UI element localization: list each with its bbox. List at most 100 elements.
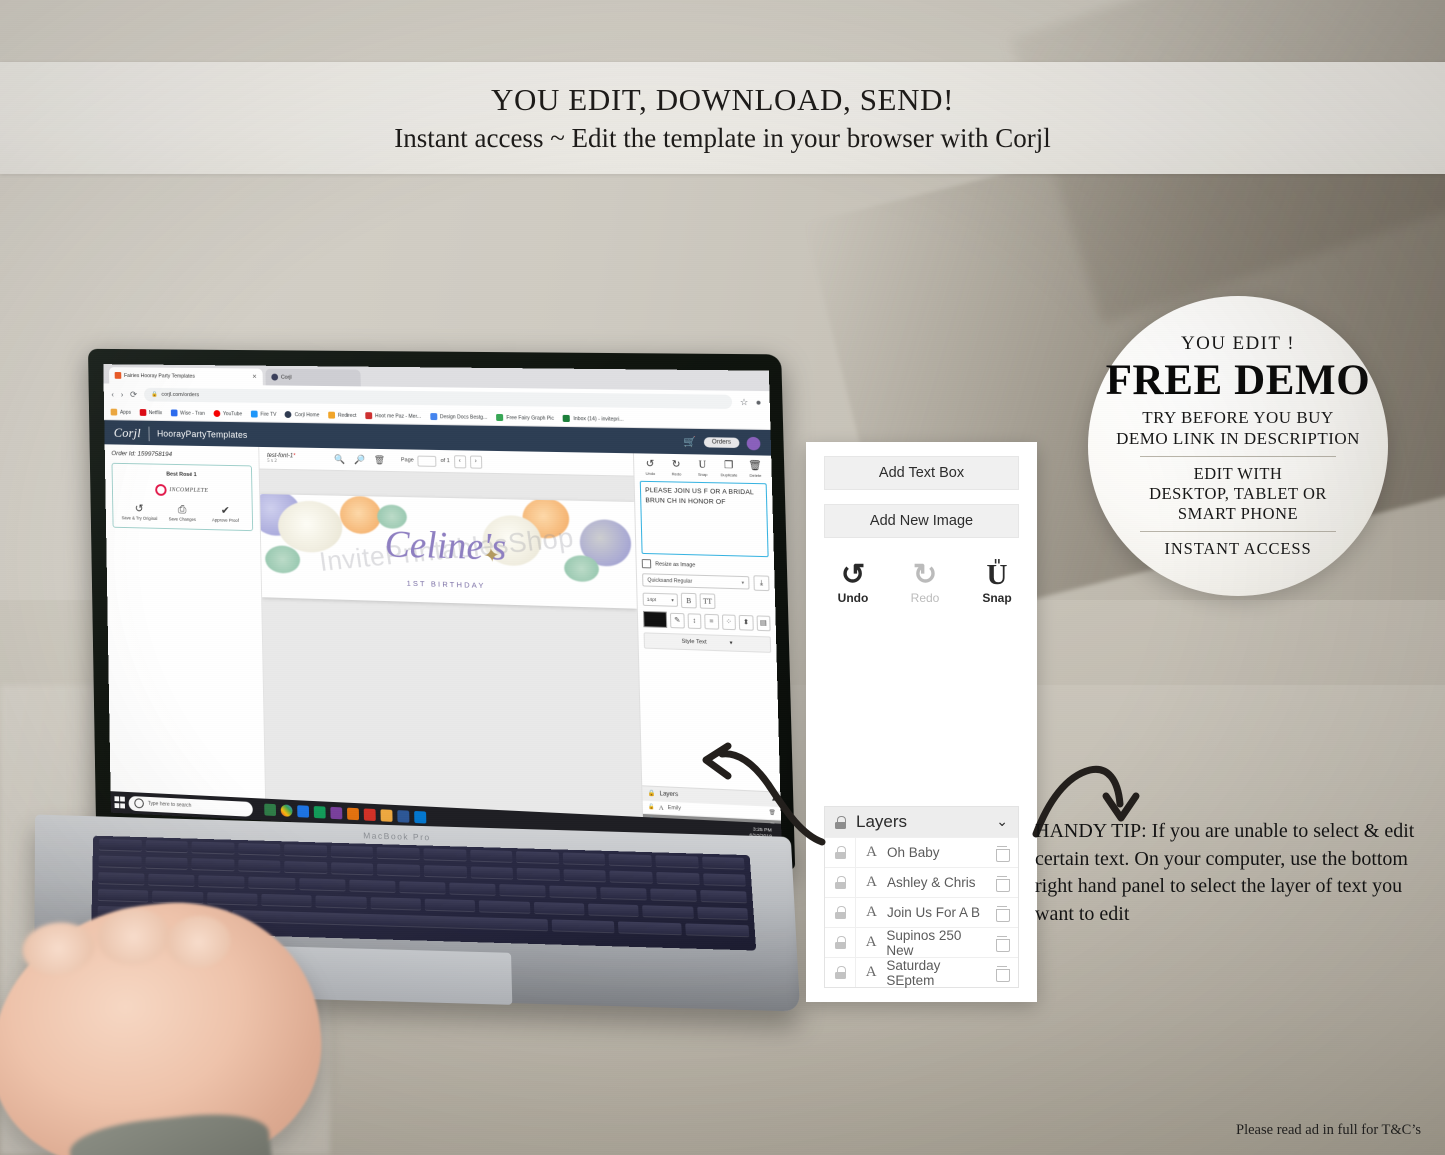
- bookmark-item[interactable]: Apps: [110, 408, 131, 416]
- favicon-icon: [271, 373, 279, 381]
- forward-icon[interactable]: ›: [121, 389, 124, 399]
- taskbar-icon-excel[interactable]: [313, 806, 326, 819]
- bookmark-icon: [170, 409, 178, 417]
- taskbar-icon-app[interactable]: [330, 806, 343, 820]
- list-button[interactable]: ⁘: [721, 613, 736, 630]
- divider: [855, 958, 856, 987]
- bookmark-item[interactable]: Netflix: [139, 409, 162, 416]
- page-input[interactable]: [417, 455, 437, 467]
- bookmark-icon: [213, 410, 221, 417]
- prev-page-button[interactable]: ‹: [453, 454, 466, 468]
- taskbar-icon-chrome2[interactable]: [380, 809, 393, 822]
- browser-tab-inactive[interactable]: Corjl: [265, 368, 361, 387]
- lock-icon[interactable]: [835, 936, 846, 949]
- tool-label: Snap: [697, 471, 708, 478]
- bookmark-item[interactable]: Redirect: [328, 411, 356, 419]
- layout-button[interactable]: ▤: [756, 614, 771, 631]
- taskbar-icon-edge[interactable]: [297, 805, 310, 818]
- snap-button[interactable]: U̎ Snap: [974, 559, 1020, 606]
- taskbar-icon-explorer[interactable]: [264, 803, 277, 817]
- approve-proof-button[interactable]: ✔ Approve Proof: [206, 505, 245, 524]
- layer-label: Supinos 250 New: [886, 927, 962, 958]
- save-changes-button[interactable]: ⎙ Save Changes: [163, 504, 201, 523]
- windows-start-icon[interactable]: [114, 796, 126, 809]
- trash-icon[interactable]: [996, 965, 1010, 982]
- text-edit-textarea[interactable]: PLEASE JOIN US F OR A BRIDAL BRUN CH IN …: [639, 480, 769, 558]
- layer-row[interactable]: A Oh Baby: [825, 837, 1018, 867]
- cart-icon[interactable]: 🛒: [683, 436, 696, 447]
- bookmark-label: Fire TV: [260, 411, 277, 418]
- arrange-button[interactable]: ⬍: [738, 614, 754, 631]
- chevron-down-icon[interactable]: ⌄: [996, 814, 1008, 831]
- align-button[interactable]: ≡: [704, 613, 719, 630]
- bookmark-item[interactable]: YouTube: [213, 410, 242, 417]
- bookmark-item[interactable]: Inbox (14) - invitepri...: [563, 414, 624, 423]
- bookmark-item[interactable]: Free Fairy Graph Pic: [496, 413, 554, 422]
- line-height-button[interactable]: ↕: [687, 612, 702, 629]
- lock-icon[interactable]: 🔓: [648, 804, 655, 810]
- taskbar-icon-firefox[interactable]: [347, 807, 360, 821]
- save-try-original-button[interactable]: ↺ Save & Try Original: [120, 503, 158, 522]
- layer-row[interactable]: A Supinos 250 New: [825, 927, 1018, 958]
- lock-icon[interactable]: [835, 846, 846, 859]
- redo-button[interactable]: ↻ Redo: [665, 459, 687, 477]
- chevron-down-icon: ▾: [729, 640, 733, 647]
- letter-spacing-button[interactable]: TT: [699, 593, 716, 610]
- font-family-select[interactable]: Quicksand Regular ▾: [642, 573, 750, 590]
- add-text-box-button[interactable]: Add Text Box: [824, 456, 1019, 490]
- add-new-image-button[interactable]: Add New Image: [824, 504, 1019, 538]
- layer-row[interactable]: A Ashley & Chris: [825, 867, 1018, 897]
- taskbar-icon-chrome[interactable]: [280, 804, 293, 817]
- bookmark-item[interactable]: Fire TV: [250, 410, 277, 418]
- back-icon[interactable]: ‹: [111, 389, 114, 399]
- undo-original-icon: ↺: [134, 503, 144, 515]
- close-tab-icon[interactable]: ✕: [252, 373, 257, 380]
- star-icon[interactable]: ☆: [740, 396, 749, 407]
- zoom-out-icon[interactable]: 🔎: [354, 454, 365, 465]
- reload-icon[interactable]: ⟳: [130, 389, 137, 400]
- trash-icon[interactable]: [996, 905, 1010, 922]
- text-layer-icon: A: [865, 934, 877, 950]
- delete-button[interactable]: 🗑 Delete: [744, 460, 767, 478]
- taskbar-icon-mail[interactable]: [414, 810, 427, 824]
- browser-tab-active[interactable]: Fairies Hooray Party Templates ✕: [108, 367, 263, 386]
- trash-icon[interactable]: 🗑: [374, 454, 385, 465]
- bookmark-item[interactable]: Corjl Home: [284, 411, 320, 419]
- lock-icon[interactable]: [835, 906, 846, 919]
- next-page-button[interactable]: ›: [469, 455, 482, 469]
- style-text-accordion[interactable]: Style Text ▾: [643, 632, 772, 653]
- bold-button[interactable]: B: [680, 592, 697, 609]
- bookmark-item[interactable]: Design Docs Bestg...: [429, 413, 487, 421]
- resize-as-image-checkbox[interactable]: Resize as Image: [641, 559, 769, 572]
- layer-row[interactable]: A Join Us For A B: [825, 897, 1018, 927]
- trash-icon[interactable]: [996, 935, 1011, 952]
- redo-button[interactable]: ↻ Redo: [902, 560, 948, 606]
- snap-magnet-icon: U̎: [986, 559, 1008, 591]
- zoom-in-icon[interactable]: 🔍: [334, 454, 345, 465]
- taskbar-icon-word[interactable]: [397, 810, 410, 823]
- taskbar-icon-acrobat[interactable]: [363, 808, 376, 822]
- divider: [855, 838, 856, 867]
- bookmark-item[interactable]: Wise - Tran: [170, 409, 205, 417]
- trash-icon[interactable]: [996, 875, 1010, 892]
- profile-icon[interactable]: ●: [755, 397, 761, 407]
- font-size-select[interactable]: 14pt ▾: [642, 592, 679, 607]
- windows-search-input[interactable]: Type here to search: [128, 795, 254, 817]
- duplicate-button[interactable]: ❐ Duplicate: [718, 460, 740, 478]
- font-download-button[interactable]: ⤓: [753, 575, 770, 592]
- snap-button[interactable]: U Snap: [691, 459, 713, 477]
- avatar[interactable]: [746, 436, 761, 450]
- orders-button[interactable]: Orders: [703, 437, 740, 448]
- color-swatch[interactable]: [643, 610, 668, 628]
- undo-button[interactable]: ↺ Undo: [639, 458, 661, 476]
- lock-icon[interactable]: [835, 966, 846, 979]
- undo-button[interactable]: ↺ Undo: [830, 560, 876, 606]
- layers-panel-header[interactable]: Layers ⌄: [825, 807, 1018, 837]
- eyedropper-button[interactable]: ✎: [670, 612, 685, 629]
- layer-row[interactable]: A Saturday SEptem: [825, 957, 1018, 988]
- product-card[interactable]: Best Rosé 1 INCOMPLETE ↺ Save & Try Orig…: [111, 462, 254, 532]
- lock-icon[interactable]: [835, 876, 846, 889]
- bookmark-item[interactable]: Hoot me Paz - Mer...: [365, 412, 421, 420]
- trash-icon[interactable]: [996, 845, 1010, 862]
- design-banner[interactable]: InvitePrintablesShop Celine's ✦ 1ST BIRT…: [260, 494, 637, 609]
